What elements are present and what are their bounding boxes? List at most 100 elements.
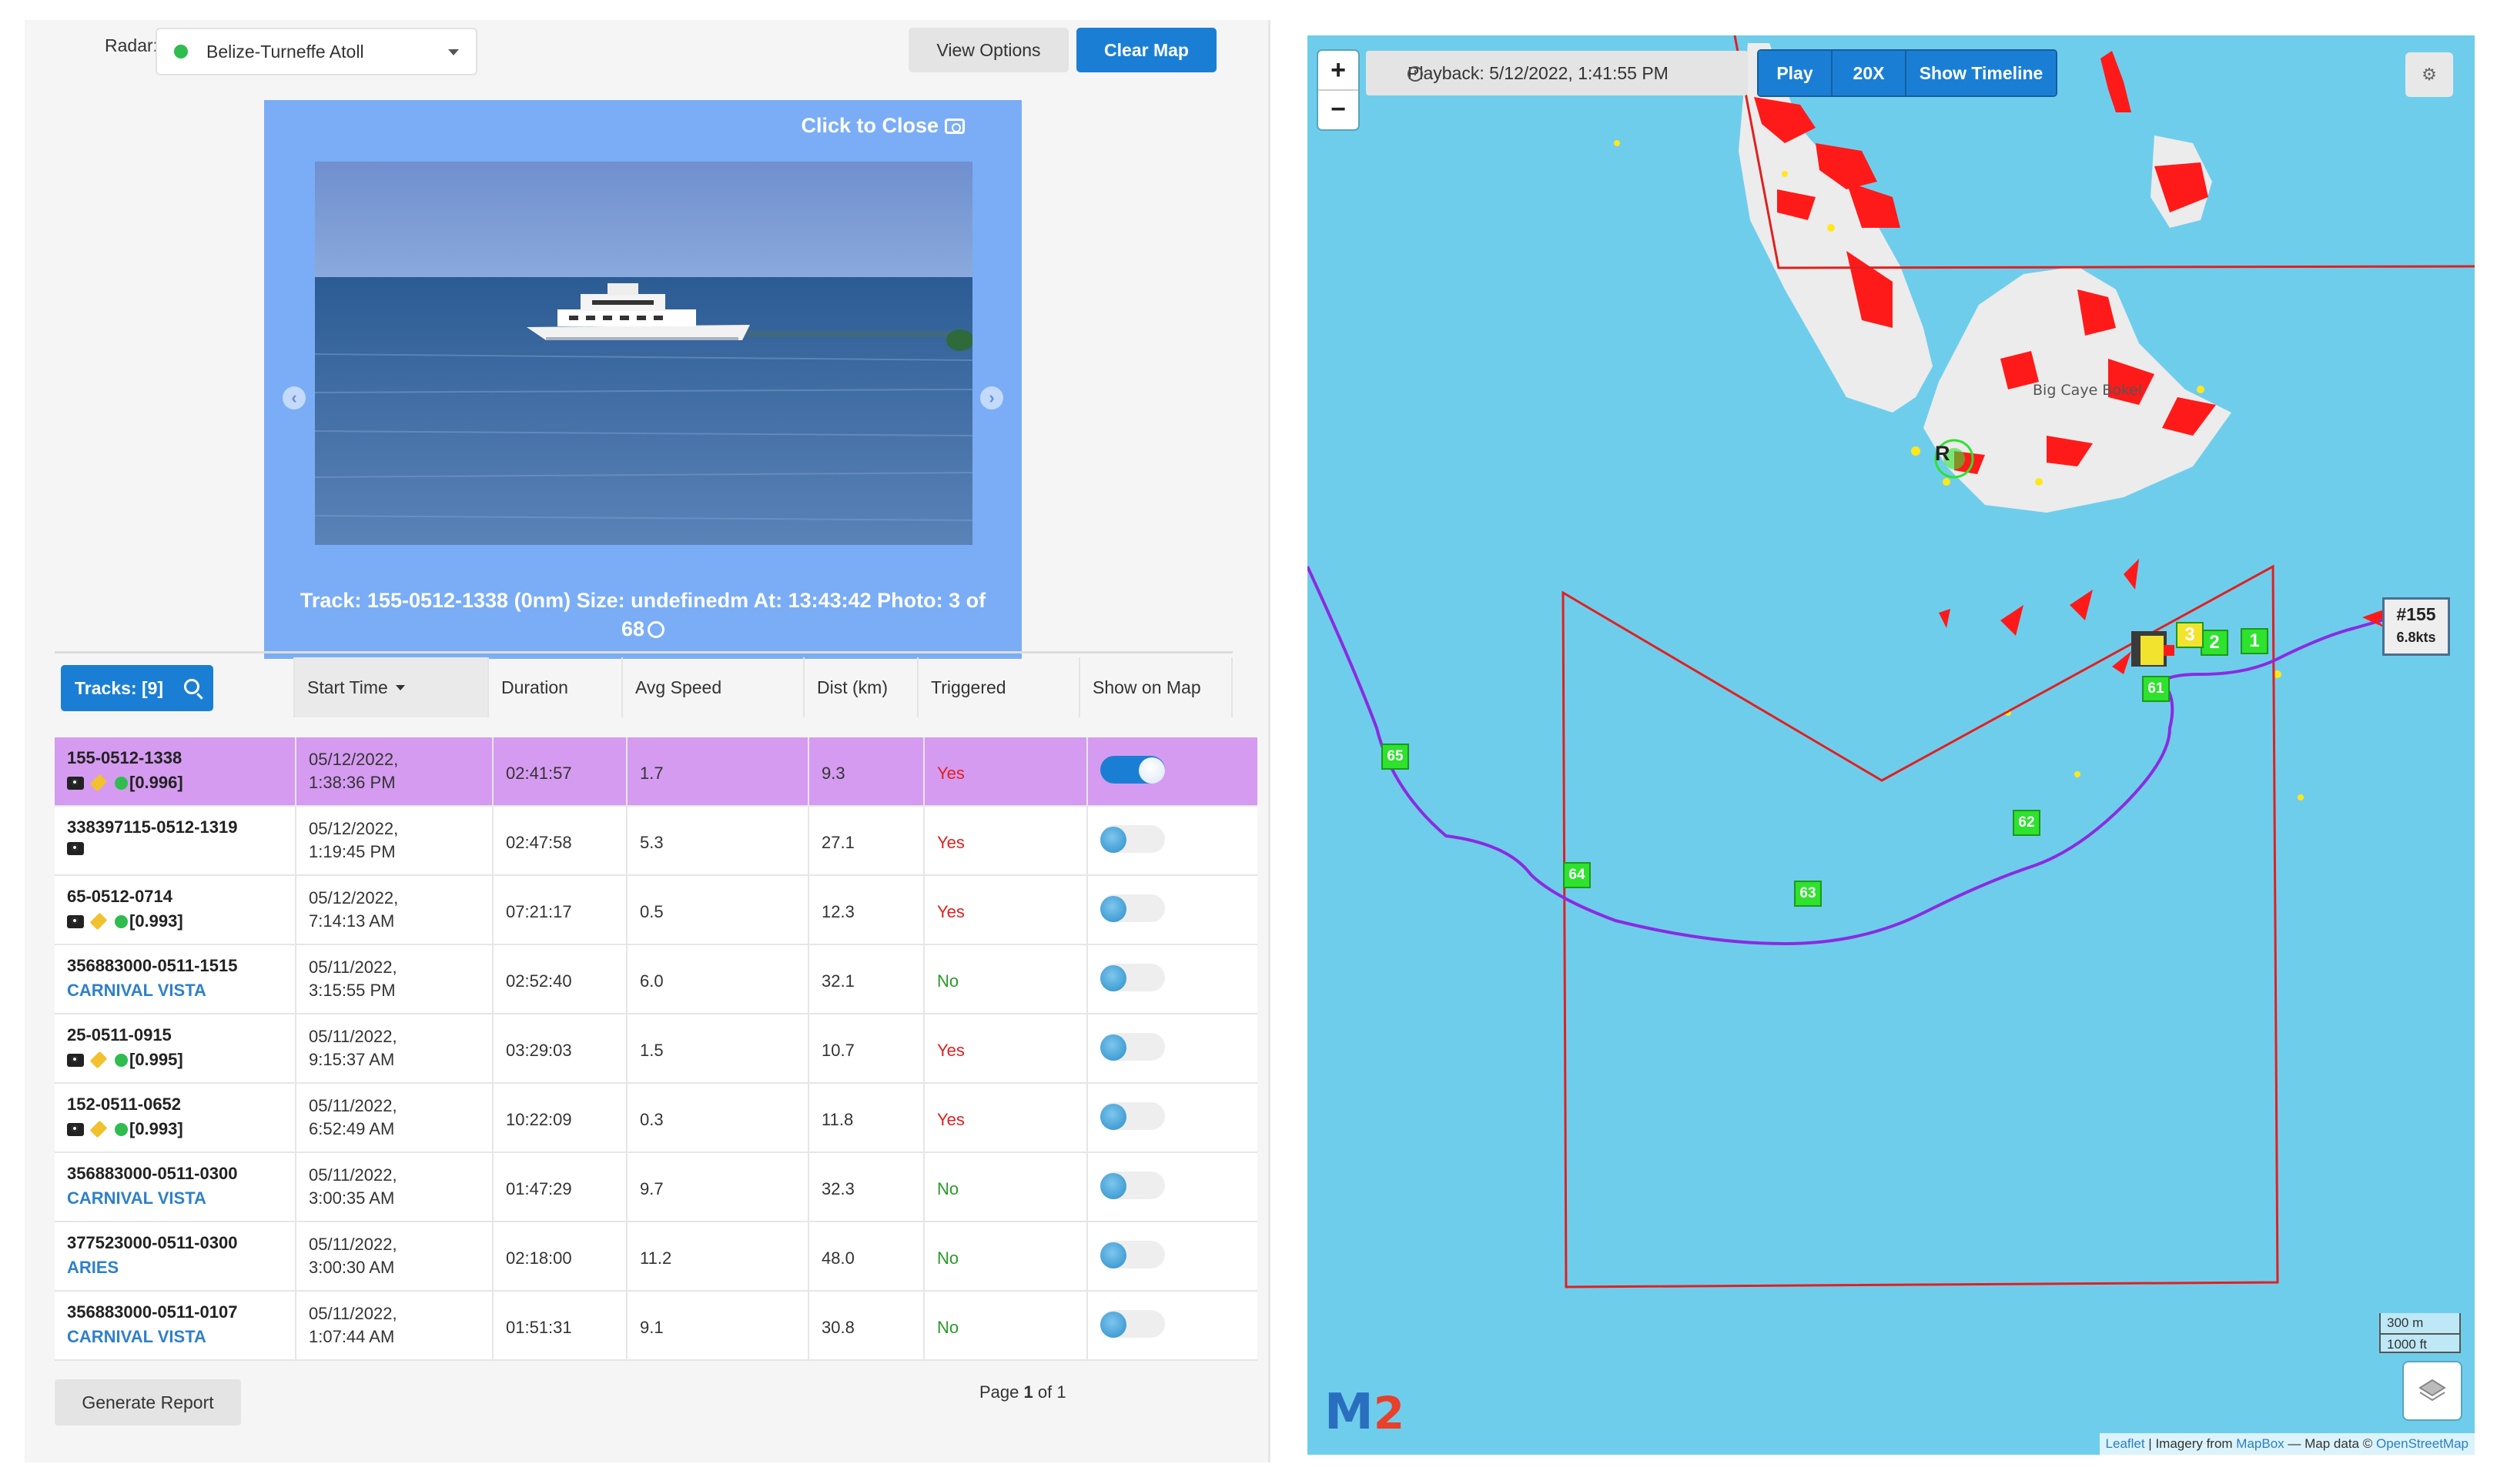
cell-start-time: 05/11/2022, 6:52:49 AM bbox=[296, 1084, 494, 1151]
camera-icon[interactable] bbox=[67, 914, 84, 928]
show-timeline-button[interactable]: Show Timeline bbox=[1906, 51, 2056, 95]
view-options-button[interactable]: View Options bbox=[909, 28, 1069, 72]
pager-prefix: Page bbox=[979, 1382, 1019, 1402]
cell-show-on-map bbox=[1088, 1292, 1257, 1359]
show-on-map-toggle[interactable] bbox=[1100, 1310, 1165, 1338]
header-start-time[interactable]: Start Time bbox=[293, 657, 487, 717]
camera-icon[interactable] bbox=[67, 1122, 84, 1136]
cell-triggered: Yes bbox=[925, 1014, 1088, 1082]
table-row[interactable]: 152-0511-0652 [0.993] 05/11/2022, 6:52:49 A… bbox=[55, 1084, 1257, 1153]
map[interactable]: Big Caye Bokel R 65 64 63 62 61 1 2 3 #155 6.8k… bbox=[1307, 35, 2475, 1455]
mapbox-link[interactable]: MapBox bbox=[2236, 1436, 2284, 1451]
info-icon[interactable] bbox=[648, 621, 665, 638]
tracks-search-button[interactable]: Tracks: [9] bbox=[61, 665, 213, 711]
track-marker[interactable]: 63 bbox=[1794, 881, 1822, 907]
table-row[interactable]: 155-0512-1338 [0.996] 05/12/2022, 1:38:36 P… bbox=[55, 737, 1257, 807]
cell-dist: 32.1 bbox=[809, 945, 925, 1013]
clear-map-button[interactable]: Clear Map bbox=[1076, 28, 1217, 72]
play-button[interactable]: Play bbox=[1759, 51, 1833, 95]
header-avg-speed[interactable]: Avg Speed bbox=[621, 657, 803, 717]
generate-report-button[interactable]: Generate Report bbox=[55, 1379, 241, 1426]
tracks-count-label: Tracks: [9] bbox=[75, 677, 164, 698]
radar-select[interactable]: Belize-Turneffe Atoll bbox=[156, 28, 477, 75]
show-on-map-toggle[interactable] bbox=[1100, 756, 1165, 784]
settings-icon[interactable]: ⚙ bbox=[2405, 52, 2453, 97]
cell-track-id: 152-0511-0652 [0.993] bbox=[55, 1084, 296, 1151]
photo-caption: Track: 155-0512-1338 (0nm) Size: undefin… bbox=[295, 587, 991, 643]
show-on-map-toggle[interactable] bbox=[1100, 894, 1165, 922]
chevron-right-icon[interactable]: › bbox=[980, 386, 1003, 409]
classification-dot-icon bbox=[115, 1053, 128, 1067]
island-label: Big Caye Bokel bbox=[2033, 382, 2143, 399]
table-row[interactable]: 377523000-0511-0300 ARIES 05/11/2022, 3:00:… bbox=[55, 1222, 1257, 1292]
show-on-map-toggle[interactable] bbox=[1100, 1241, 1165, 1268]
show-on-map-toggle[interactable] bbox=[1100, 825, 1165, 853]
track-marker[interactable]: 3 bbox=[2176, 622, 2204, 648]
start-clock: 7:14:13 AM bbox=[309, 911, 395, 931]
vessel-name[interactable]: ARIES bbox=[67, 1258, 295, 1278]
show-on-map-toggle[interactable] bbox=[1100, 1171, 1165, 1199]
vessel-name[interactable]: CARNIVAL VISTA bbox=[67, 1327, 295, 1347]
table-row[interactable]: 65-0512-0714 [0.993] 05/12/2022, 7:14:13 AM… bbox=[55, 876, 1257, 945]
track-id: 377523000-0511-0300 bbox=[67, 1233, 238, 1252]
track-marker[interactable]: 1 bbox=[2241, 628, 2268, 654]
osm-link[interactable]: OpenStreetMap bbox=[2376, 1436, 2469, 1451]
show-on-map-toggle[interactable] bbox=[1100, 964, 1165, 991]
table-row[interactable]: 338397115-0512-1319 05/12/2022, 1:19:45 PM… bbox=[55, 807, 1257, 876]
track-marker[interactable]: 61 bbox=[2142, 676, 2170, 702]
tag-icon bbox=[89, 912, 108, 931]
toggle-knob bbox=[1100, 1242, 1126, 1268]
cell-triggered: Yes bbox=[925, 737, 1088, 805]
radar-status-dot bbox=[174, 45, 188, 58]
start-date: 05/11/2022, bbox=[309, 1096, 397, 1115]
show-on-map-toggle[interactable] bbox=[1100, 1033, 1165, 1061]
table-row[interactable]: 356883000-0511-0300 CARNIVAL VISTA 05/11/2… bbox=[55, 1153, 1257, 1222]
classification-score: [0.993] bbox=[129, 911, 183, 931]
leaflet-link[interactable]: Leaflet bbox=[2106, 1436, 2145, 1451]
track-card[interactable]: #155 6.8kts bbox=[2382, 597, 2450, 656]
chevron-left-icon[interactable]: ‹ bbox=[283, 386, 306, 409]
cell-show-on-map bbox=[1088, 876, 1257, 944]
table-row[interactable]: 356883000-0511-1515 CARNIVAL VISTA 05/11/2… bbox=[55, 945, 1257, 1014]
cell-dist: 48.0 bbox=[809, 1222, 925, 1290]
vessel-name[interactable]: CARNIVAL VISTA bbox=[67, 1188, 295, 1208]
zoom-in-button[interactable]: + bbox=[1318, 51, 1358, 89]
track-marker[interactable]: 65 bbox=[1381, 744, 1409, 770]
cell-duration: 10:22:09 bbox=[494, 1084, 628, 1151]
camera-icon[interactable] bbox=[67, 1053, 84, 1067]
camera-icon[interactable] bbox=[67, 776, 84, 790]
toggle-knob bbox=[1139, 757, 1165, 784]
cell-dist: 11.8 bbox=[809, 1084, 925, 1151]
show-on-map-toggle[interactable] bbox=[1100, 1102, 1165, 1130]
playback-controls: Play 20X Show Timeline bbox=[1757, 49, 2057, 97]
vessel-name[interactable]: CARNIVAL VISTA bbox=[67, 981, 295, 1001]
header-duration[interactable]: Duration bbox=[487, 657, 621, 717]
table-row[interactable]: 356883000-0511-0107 CARNIVAL VISTA 05/11/2… bbox=[55, 1292, 1257, 1361]
layers-icon[interactable] bbox=[2404, 1362, 2461, 1419]
zoom-out-button[interactable]: − bbox=[1318, 89, 1358, 128]
start-date: 05/11/2022, bbox=[309, 1027, 397, 1046]
start-date: 05/12/2022, bbox=[309, 750, 399, 769]
cell-track-id: 65-0512-0714 [0.993] bbox=[55, 876, 296, 944]
start-date: 05/11/2022, bbox=[309, 1165, 397, 1185]
track-marker[interactable]: 62 bbox=[2013, 810, 2040, 836]
cell-track-id: 155-0512-1338 [0.996] bbox=[55, 737, 296, 805]
caret-down-icon bbox=[448, 49, 459, 55]
start-clock: 1:19:45 PM bbox=[309, 842, 396, 861]
start-date: 05/11/2022, bbox=[309, 1235, 397, 1254]
pager: Page 1 of 1 bbox=[979, 1382, 1066, 1402]
table-row[interactable]: 25-0511-0915 [0.995] 05/11/2022, 9:15:37 AM… bbox=[55, 1014, 1257, 1084]
close-photo-button[interactable]: Click to Close bbox=[801, 114, 965, 138]
toggle-knob bbox=[1100, 1173, 1126, 1199]
header-triggered[interactable]: Triggered bbox=[917, 657, 1079, 717]
track-marker[interactable]: 2 bbox=[2201, 630, 2228, 656]
camera-icon[interactable] bbox=[67, 842, 84, 855]
cell-avg-speed: 5.3 bbox=[628, 807, 809, 874]
cell-start-time: 05/11/2022, 3:00:30 AM bbox=[296, 1222, 494, 1290]
cell-duration: 01:47:29 bbox=[494, 1153, 628, 1221]
track-marker[interactable]: 64 bbox=[1563, 862, 1591, 888]
track-id: 356883000-0511-1515 bbox=[67, 956, 238, 975]
header-show-on-map[interactable]: Show on Map bbox=[1079, 657, 1233, 717]
header-dist[interactable]: Dist (km) bbox=[803, 657, 917, 717]
speed-button[interactable]: 20X bbox=[1833, 51, 1906, 95]
